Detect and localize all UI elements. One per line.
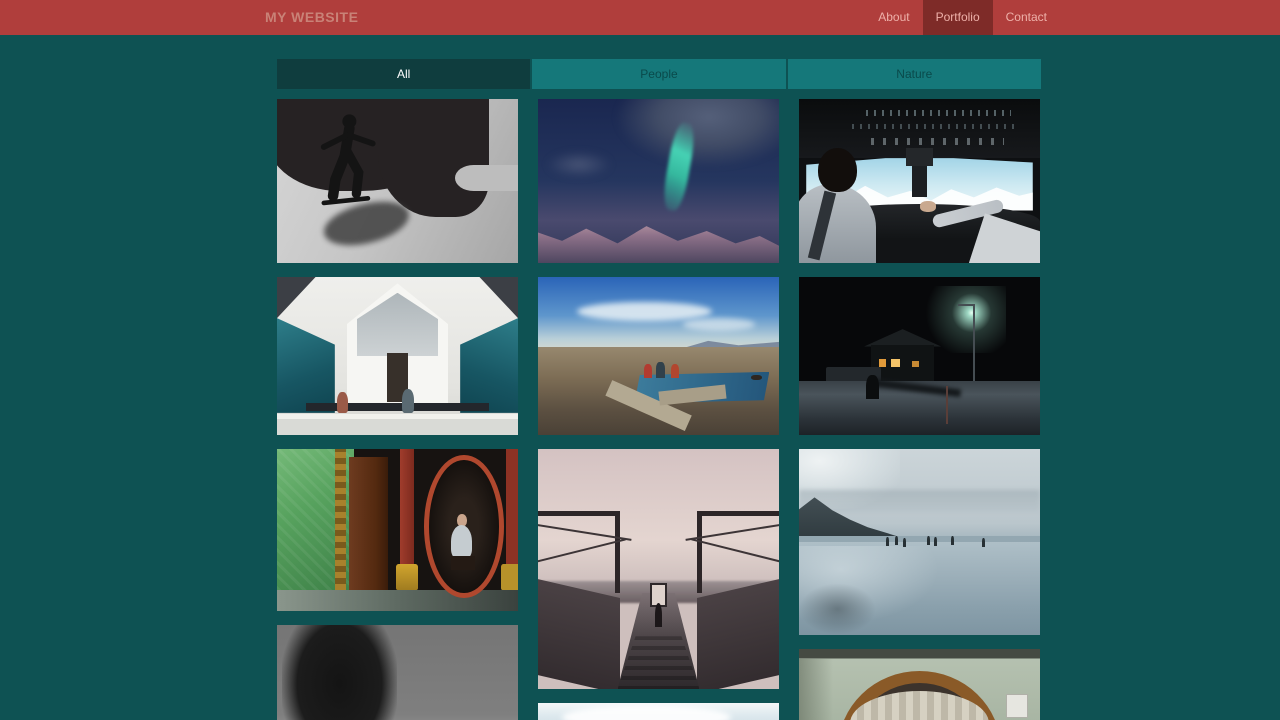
temple-gold-base-art [501, 564, 518, 590]
portfolio-main: All People Nature [0, 59, 1280, 720]
bridge-left-deck-art [538, 579, 620, 689]
pilot-head-art [818, 148, 857, 192]
site-title: MY WEBSITE [265, 0, 358, 35]
desert-person-art [671, 364, 679, 378]
lamp-arm-art [958, 304, 975, 306]
temple-seated-person-art [451, 525, 473, 559]
filter-tabs: All People Nature [277, 59, 1041, 89]
mosque-corner-art [479, 277, 518, 318]
photo-bw-landscape[interactable] [277, 625, 518, 720]
cockpit-lights-art [871, 138, 1004, 145]
skate-bowl-edge-art [378, 99, 489, 217]
filter-tab-people[interactable]: People [532, 59, 785, 89]
temple-gold-base-art [396, 564, 418, 590]
mosque-person-art [402, 389, 414, 413]
nav-contact[interactable]: Contact [993, 0, 1060, 35]
photo-aurora[interactable] [538, 99, 779, 263]
clouds-puff-art [562, 705, 731, 720]
photo-skateboarder[interactable] [277, 99, 518, 263]
desert-cloud-art [683, 318, 755, 331]
arch-wall-shade-art [799, 659, 833, 720]
temple-red-column-art [506, 449, 518, 572]
photo-snow-night[interactable] [799, 277, 1040, 435]
beach-person-art [895, 536, 898, 545]
bridge-gantry-art [538, 511, 620, 593]
house-window-art [912, 361, 919, 367]
pilot-hand-art [920, 201, 937, 212]
landscape-tree-art [282, 625, 398, 720]
beach-person-art [982, 538, 985, 547]
beach-person-art [886, 537, 889, 546]
lamp-pole-art [973, 304, 975, 388]
bridge-person-art [655, 603, 662, 627]
cockpit-instrument-art [906, 148, 933, 166]
beach-person-art [951, 536, 954, 545]
mosque-bench-art [306, 403, 489, 411]
mosque-corner-art [277, 277, 316, 318]
desert-person-art [656, 362, 664, 378]
nav-about[interactable]: About [865, 0, 922, 35]
beach-person-art [934, 537, 937, 546]
aurora-mountains-art [538, 214, 779, 263]
beach-cloud-band-art [799, 490, 1040, 512]
main-nav: About Portfolio Contact [865, 0, 1060, 35]
mosque-teal-tiles-art [460, 318, 518, 413]
mosque-muqarnas-art [357, 293, 439, 356]
photo-footbridge[interactable] [538, 449, 779, 689]
photo-desert-pool[interactable] [538, 277, 779, 435]
photo-gallery [277, 99, 1041, 720]
mosque-teal-tiles-art [277, 318, 335, 413]
walking-person-art [866, 375, 878, 399]
gallery-column-2 [538, 99, 779, 720]
house-window-art [891, 359, 901, 367]
skater-silhouette-art [306, 112, 393, 217]
temple-floor-art [277, 590, 518, 611]
cockpit-lights-art [866, 110, 1011, 116]
photo-beach[interactable] [799, 449, 1040, 635]
mosque-person-art [337, 392, 348, 413]
desert-person-art [644, 364, 652, 378]
temple-wood-door-art [349, 457, 388, 590]
photo-arch-interior[interactable] [799, 649, 1040, 720]
aurora-cloud-art [615, 99, 779, 168]
temple-gold-frame-art [335, 449, 346, 590]
arch-wall-sign-art [1006, 694, 1028, 718]
cockpit-lights-art [852, 124, 1016, 130]
photo-cockpit[interactable] [799, 99, 1040, 263]
filter-tab-all[interactable]: All [277, 59, 530, 89]
nav-portfolio[interactable]: Portfolio [923, 0, 993, 35]
gallery-column-1 [277, 99, 518, 720]
photo-clouds[interactable] [538, 703, 779, 720]
beach-person-art [927, 536, 930, 545]
temple-chair-art [451, 556, 475, 571]
app-header: MY WEBSITE About Portfolio Contact [0, 0, 1280, 35]
skate-lip-art [455, 165, 518, 191]
photo-temple-hall[interactable] [277, 449, 518, 611]
bridge-right-deck-art [697, 579, 779, 689]
house-window-art [879, 359, 886, 367]
mosque-base-art [277, 419, 518, 435]
beach-person-art [903, 538, 906, 547]
snow-pole-art [946, 386, 948, 424]
gallery-column-3 [799, 99, 1040, 720]
beach-dark-patch-art [799, 583, 876, 635]
filter-tab-nature[interactable]: Nature [788, 59, 1041, 89]
aurora-cloud-art [538, 148, 620, 181]
photo-mosque-arch[interactable] [277, 277, 518, 435]
temple-red-column-art [400, 449, 414, 572]
